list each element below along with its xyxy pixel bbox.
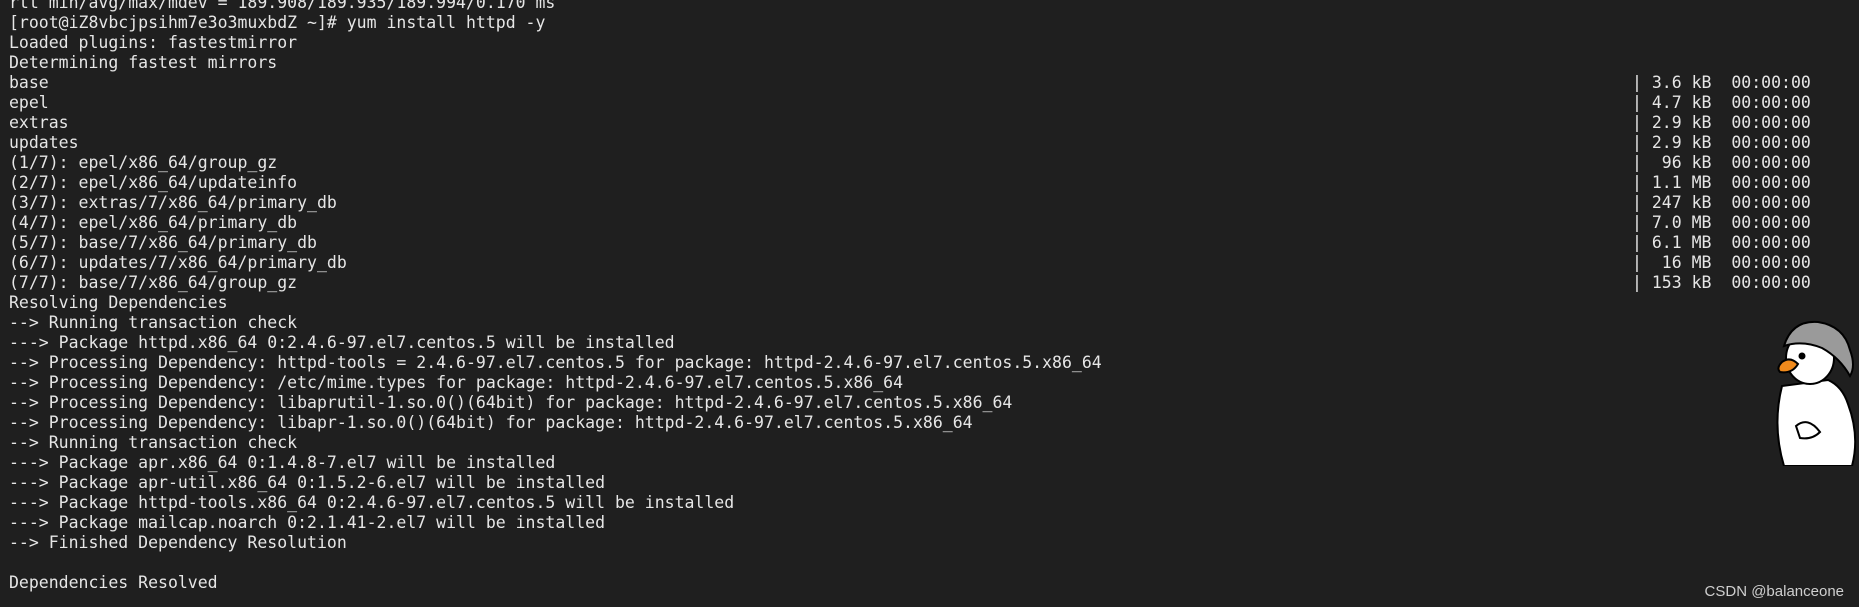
- terminal-line-text: ---> Package mailcap.noarch 0:2.1.41-2.e…: [9, 513, 606, 532]
- terminal-line: Determining fastest mirrors: [9, 53, 1102, 73]
- terminal-line-text: base: [9, 73, 49, 92]
- terminal-line-text: ---> Package httpd.x86_64 0:2.4.6-97.el7…: [9, 333, 675, 352]
- terminal-line: --> Running transaction check: [9, 433, 1102, 453]
- terminal-line: epel | 4.7 kB 00:00:00: [9, 93, 1811, 113]
- terminal-line-text: (2/7): epel/x86_64/updateinfo: [9, 173, 298, 192]
- download-size-time: | 7.0 MB 00:00:00: [1632, 213, 1811, 232]
- terminal-line-text: --> Processing Dependency: libapr-1.so.0…: [9, 413, 973, 432]
- terminal-line: rtt min/avg/max/mdev = 189.908/189.935/1…: [9, 0, 1102, 13]
- download-size-time: | 247 kB 00:00:00: [1632, 193, 1811, 212]
- terminal-line-text: --> Processing Dependency: /etc/mime.typ…: [9, 373, 904, 392]
- terminal-line: --> Running transaction check: [9, 313, 1102, 333]
- terminal-line: --> Finished Dependency Resolution: [9, 533, 1102, 553]
- terminal-line-text: --> Running transaction check: [9, 433, 298, 452]
- terminal-line-text: Dependencies Resolved: [9, 573, 218, 592]
- terminal-line: Resolving Dependencies: [9, 293, 1102, 313]
- terminal-line-text: extras: [9, 113, 69, 132]
- terminal-line-text: (7/7): base/7/x86_64/group_gz: [9, 273, 298, 292]
- terminal-line-text: Determining fastest mirrors: [9, 53, 278, 72]
- terminal-line-text: (6/7): updates/7/x86_64/primary_db: [9, 253, 347, 272]
- terminal-line: ---> Package mailcap.noarch 0:2.1.41-2.e…: [9, 513, 1102, 533]
- terminal-line: ---> Package apr.x86_64 0:1.4.8-7.el7 wi…: [9, 453, 1102, 473]
- terminal-line: ---> Package apr-util.x86_64 0:1.5.2-6.e…: [9, 473, 1102, 493]
- terminal-line: ---> Package httpd-tools.x86_64 0:2.4.6-…: [9, 493, 1102, 513]
- terminal-line-text: (1/7): epel/x86_64/group_gz: [9, 153, 278, 172]
- terminal-line-text: --> Running transaction check: [9, 313, 298, 332]
- terminal-line: (1/7): epel/x86_64/group_gz | 96 kB 00:00…: [9, 153, 1811, 173]
- terminal-line: (2/7): epel/x86_64/updateinfo | 1.1 MB 00…: [9, 173, 1811, 193]
- terminal-line-text: Loaded plugins: fastestmirror: [9, 33, 298, 52]
- terminal-line-text: --> Processing Dependency: libaprutil-1.…: [9, 393, 1013, 412]
- download-size-time: | 153 kB 00:00:00: [1632, 273, 1811, 292]
- download-size-time: | 16 MB 00:00:00: [1632, 253, 1811, 272]
- terminal-line: --> Processing Dependency: /etc/mime.typ…: [9, 373, 1102, 393]
- terminal-line: [root@iZ8vbcjpsihm7e3o3muxbdZ ~]# yum in…: [9, 13, 1102, 33]
- terminal-line: --> Processing Dependency: libaprutil-1.…: [9, 393, 1102, 413]
- download-size-time: | 1.1 MB 00:00:00: [1632, 173, 1811, 192]
- terminal-line: extras | 2.9 kB 00:00:00: [9, 113, 1811, 133]
- terminal-window[interactable]: rtt min/avg/max/mdev = 189.908/189.935/1…: [0, 0, 1859, 607]
- download-size-time: | 96 kB 00:00:00: [1632, 153, 1811, 172]
- terminal-line: --> Processing Dependency: httpd-tools =…: [9, 353, 1102, 373]
- terminal-line: (3/7): extras/7/x86_64/primary_db | 247 k…: [9, 193, 1811, 213]
- terminal-line-text: updates: [9, 133, 79, 152]
- terminal-line-text: Resolving Dependencies: [9, 293, 228, 312]
- terminal-line-text: rtt min/avg/max/mdev = 189.908/189.935/1…: [9, 0, 556, 12]
- terminal-line: --> Processing Dependency: libapr-1.so.0…: [9, 413, 1102, 433]
- download-size-time: | 2.9 kB 00:00:00: [1632, 113, 1811, 132]
- terminal-line: (5/7): base/7/x86_64/primary_db | 6.1 MB …: [9, 233, 1811, 253]
- terminal-line: base | 3.6 kB 00:00:00: [9, 73, 1811, 93]
- terminal-output: rtt min/avg/max/mdev = 189.908/189.935/1…: [9, 0, 1811, 593]
- terminal-line-text: (4/7): epel/x86_64/primary_db: [9, 213, 298, 232]
- terminal-line: Loaded plugins: fastestmirror: [9, 33, 1102, 53]
- terminal-line-text: --> Finished Dependency Resolution: [9, 533, 347, 552]
- terminal-line-text: epel: [9, 93, 49, 112]
- terminal-line-text: (5/7): base/7/x86_64/primary_db: [9, 233, 317, 252]
- terminal-line: ---> Package httpd.x86_64 0:2.4.6-97.el7…: [9, 333, 1102, 353]
- watermark: CSDN @balanceone: [1704, 583, 1844, 600]
- terminal-line-text: --> Processing Dependency: httpd-tools =…: [9, 353, 1102, 372]
- terminal-line-text: [root@iZ8vbcjpsihm7e3o3muxbdZ ~]# yum in…: [9, 13, 546, 32]
- terminal-line: (4/7): epel/x86_64/primary_db | 7.0 MB 00…: [9, 213, 1811, 233]
- terminal-line-text: ---> Package httpd-tools.x86_64 0:2.4.6-…: [9, 493, 735, 512]
- download-size-time: | 4.7 kB 00:00:00: [1632, 93, 1811, 112]
- terminal-line-text: ---> Package apr.x86_64 0:1.4.8-7.el7 wi…: [9, 453, 556, 472]
- terminal-line: updates | 2.9 kB 00:00:00: [9, 133, 1811, 153]
- download-size-time: | 3.6 kB 00:00:00: [1632, 73, 1811, 92]
- terminal-line: (6/7): updates/7/x86_64/primary_db | 16 M…: [9, 253, 1811, 273]
- terminal-line: (7/7): base/7/x86_64/group_gz | 153 kB 00…: [9, 273, 1811, 293]
- download-size-time: | 2.9 kB 00:00:00: [1632, 133, 1811, 152]
- terminal-line-text: (3/7): extras/7/x86_64/primary_db: [9, 193, 337, 212]
- terminal-line-text: ---> Package apr-util.x86_64 0:1.5.2-6.e…: [9, 473, 606, 492]
- goose-mascot-icon: [1776, 320, 1857, 466]
- download-size-time: | 6.1 MB 00:00:00: [1632, 233, 1811, 252]
- terminal-line: Dependencies Resolved: [9, 573, 1102, 593]
